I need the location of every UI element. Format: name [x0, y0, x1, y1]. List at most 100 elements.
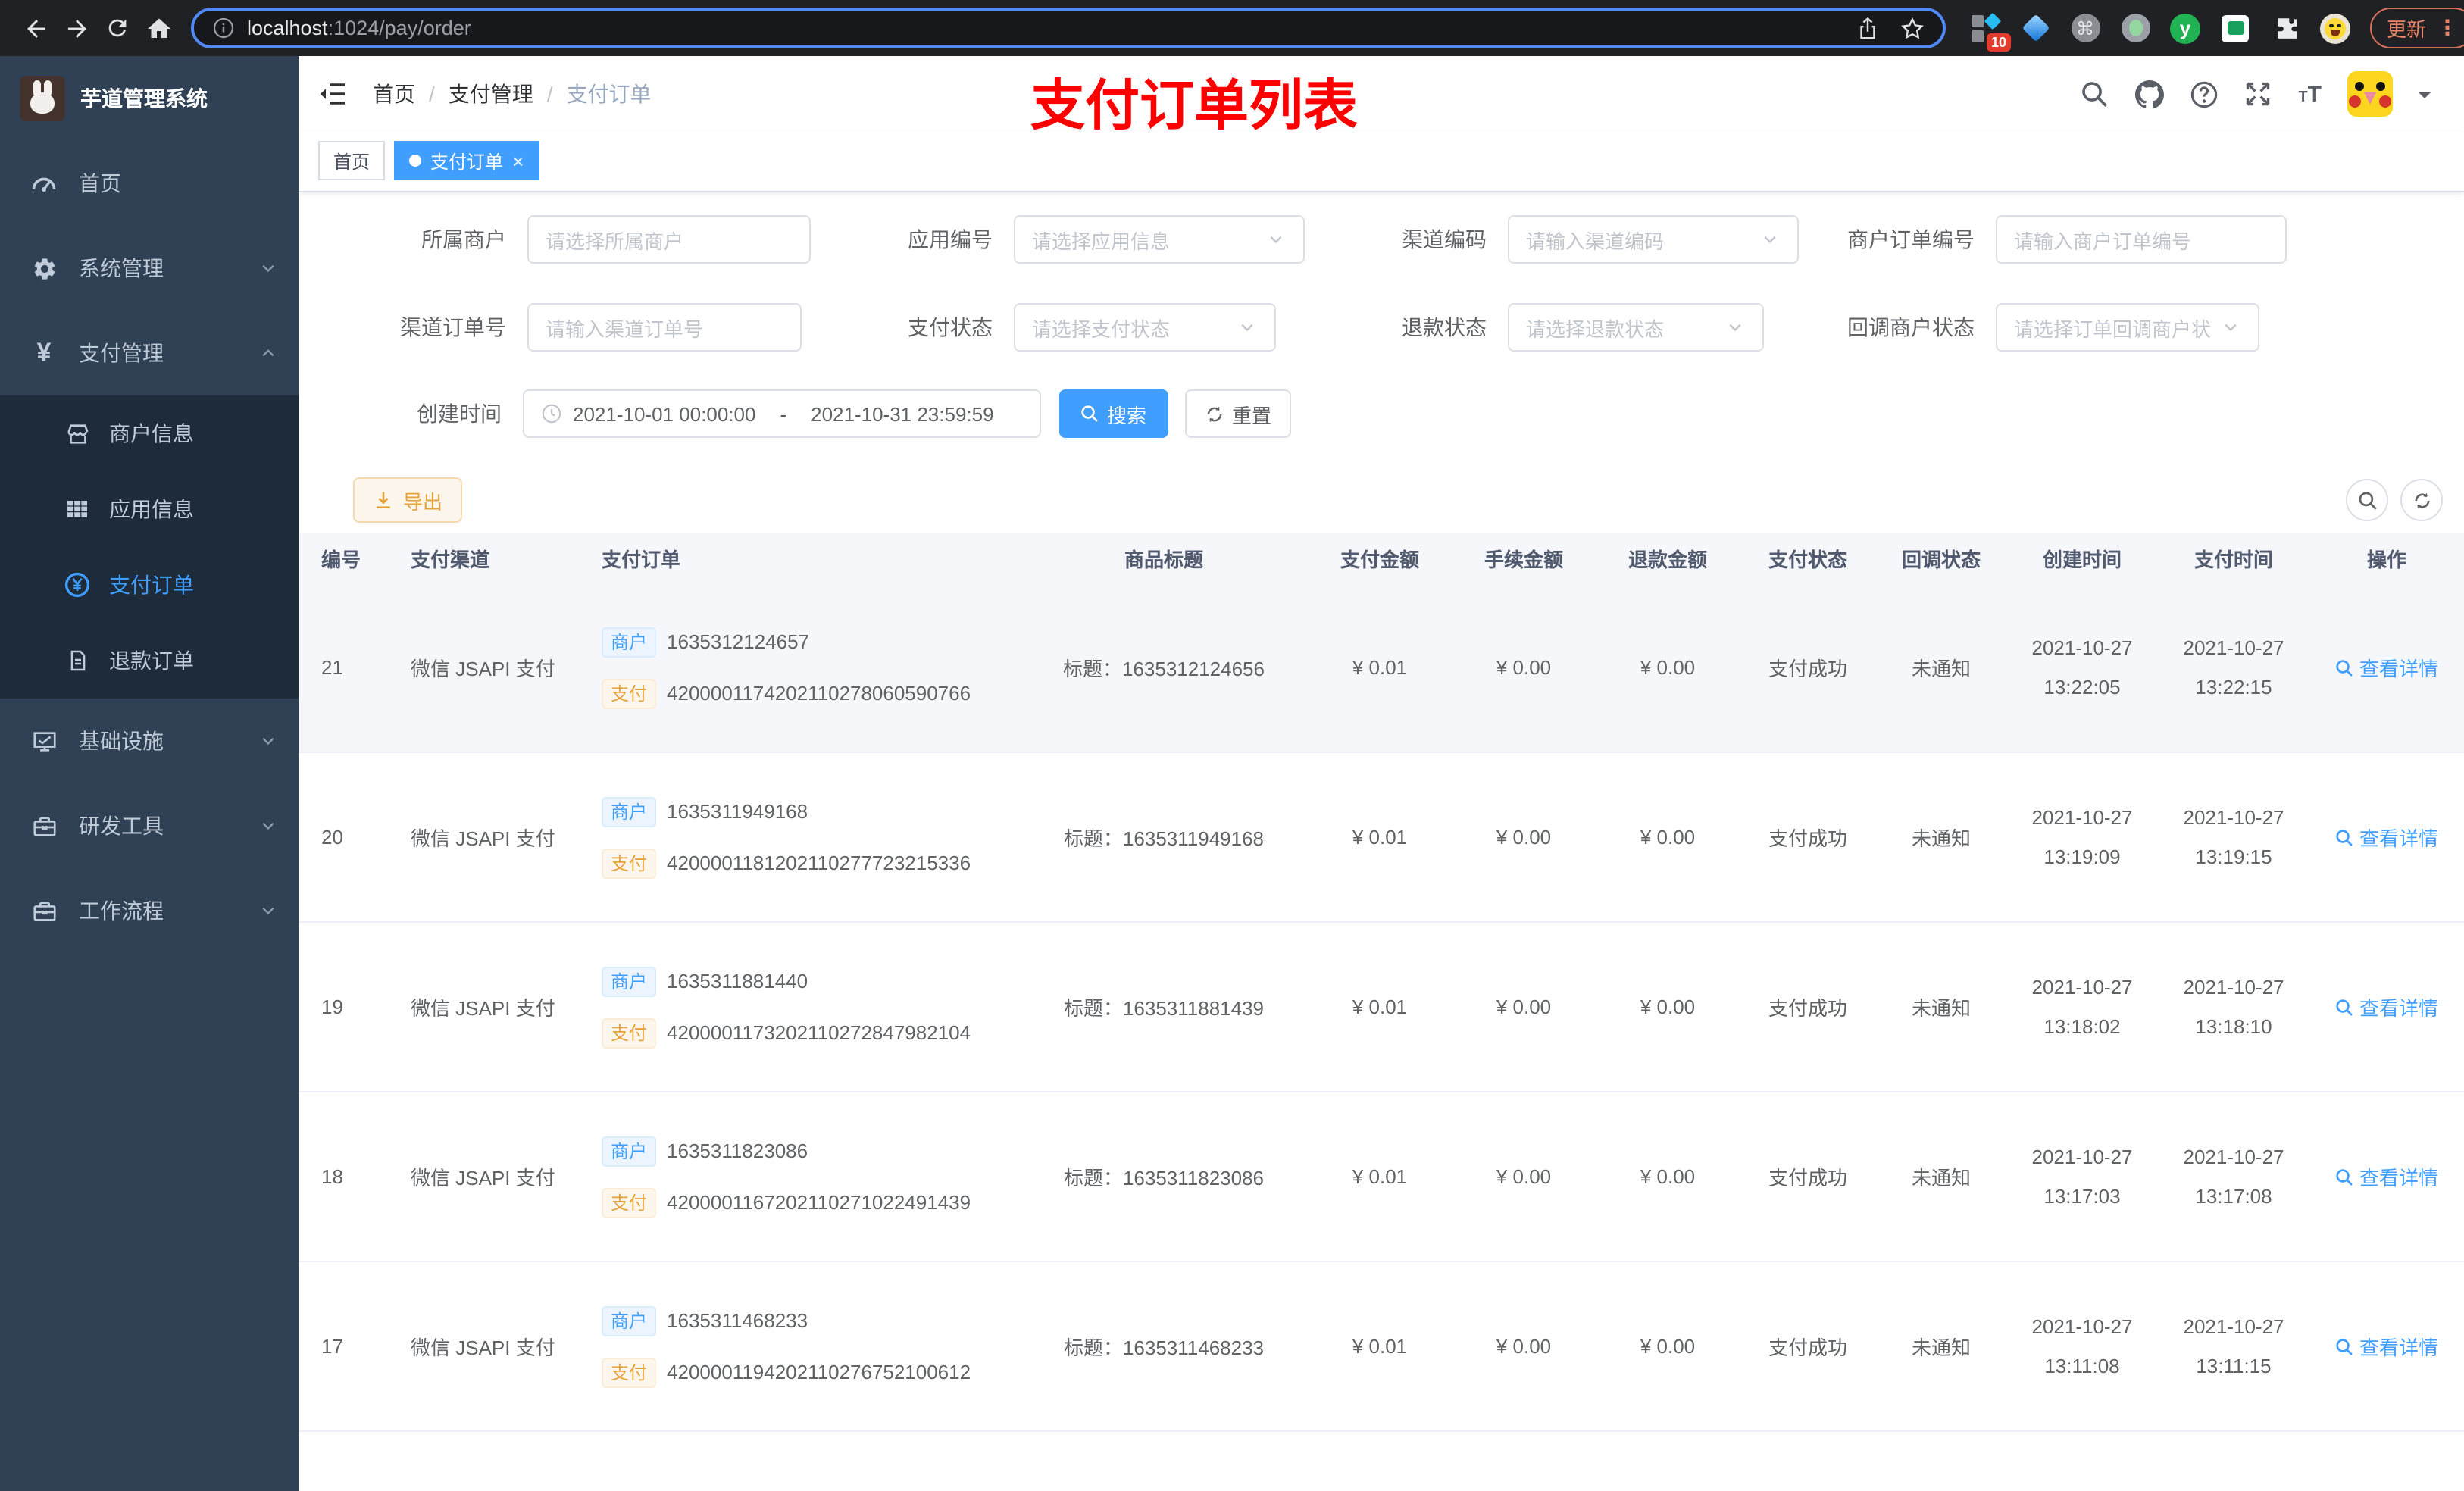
bookmark-star-icon[interactable]	[1900, 16, 1925, 40]
extension-command-icon[interactable]: ⌘	[2070, 13, 2100, 43]
table-row[interactable]: 18 微信 JSAPI 支付 商户 1635311823086 支付 4200001…	[299, 1092, 2464, 1262]
filter-label-create-time: 创建时间	[417, 402, 502, 426]
view-detail-link[interactable]: 查看详情	[2335, 1332, 2438, 1361]
sidebar-item-payment[interactable]: ¥ 支付管理	[0, 311, 299, 395]
extension-gem-icon[interactable]	[2020, 13, 2050, 43]
browser-menu-icon[interactable]: ⋮	[2437, 15, 2458, 41]
toolbox-icon	[30, 812, 58, 839]
back-icon[interactable]	[15, 8, 56, 48]
column-header[interactable]: 支付状态	[1740, 544, 1876, 573]
extension-y-icon[interactable]: y	[2170, 13, 2200, 43]
date-end-value: 2021-10-31 23:59:59	[811, 402, 994, 425]
site-info-icon[interactable]	[212, 17, 235, 39]
sidebar-item-dev-tools[interactable]: 研发工具	[0, 783, 299, 868]
chevron-down-icon	[259, 817, 277, 835]
close-tab-icon[interactable]: ×	[512, 151, 524, 170]
sidebar-item-workflow[interactable]: 工作流程	[0, 868, 299, 953]
update-button[interactable]: 更新 ⋮	[2370, 8, 2464, 48]
export-button[interactable]: 导出	[353, 477, 463, 523]
refresh-table-button[interactable]	[2400, 479, 2443, 521]
column-header[interactable]: 支付渠道	[383, 544, 565, 573]
profile-avatar-icon[interactable]	[2320, 13, 2350, 43]
column-header[interactable]: 支付金额	[1308, 544, 1452, 573]
breadcrumb-item[interactable]: 首页	[373, 79, 415, 109]
reload-icon[interactable]	[97, 8, 138, 48]
sidebar-item-home[interactable]: 首页	[0, 141, 299, 226]
column-header[interactable]: 回调状态	[1876, 544, 2006, 573]
breadcrumb-item[interactable]: 支付管理	[449, 79, 533, 109]
user-avatar[interactable]	[2347, 71, 2393, 117]
view-detail-link[interactable]: 查看详情	[2335, 823, 2438, 852]
product-title: 标题：1635312124656	[1063, 658, 1265, 680]
extension-dot-icon[interactable]	[2120, 13, 2150, 43]
view-detail-link[interactable]: 查看详情	[2335, 992, 2438, 1021]
pay-channel: 微信 JSAPI 支付	[411, 1336, 555, 1359]
column-header[interactable]: 退款金额	[1596, 544, 1740, 573]
table-row[interactable]: 商户1635311351796	[299, 1432, 2464, 1491]
dashboard-icon	[30, 170, 58, 197]
filter-input-merchant-order-no[interactable]: 请输入商户订单编号	[1996, 215, 2287, 264]
share-icon[interactable]	[1856, 16, 1879, 40]
column-header[interactable]: 手续金额	[1452, 544, 1596, 573]
forward-icon[interactable]	[56, 8, 97, 48]
column-header[interactable]: 支付时间	[2158, 544, 2309, 573]
tab-home[interactable]: 首页	[318, 141, 386, 180]
extension-puzzle-icon[interactable]	[2270, 13, 2300, 43]
chevron-down-icon	[2222, 317, 2241, 337]
address-bar[interactable]: localhost:1024/pay/order	[191, 8, 1946, 48]
pay-tag: 支付	[602, 848, 657, 878]
home-icon[interactable]	[138, 8, 179, 48]
table-header: 编号 支付渠道 支付订单 商品标题 支付金额 手续金额 退款金额 支付状态 回调状态 创建时间 支付…	[299, 533, 2464, 583]
column-header[interactable]: 创建时间	[2006, 544, 2158, 573]
sidebar-item-pay-order[interactable]: 支付订单	[0, 547, 299, 623]
search-button[interactable]: 搜索	[1059, 389, 1168, 438]
table-row[interactable]: 19 微信 JSAPI 支付 商户 1635311881440 支付 4200001…	[299, 923, 2464, 1092]
view-detail-link[interactable]: 查看详情	[2335, 1162, 2438, 1191]
search-icon[interactable]	[2080, 80, 2109, 108]
chevron-down-icon[interactable]	[2419, 92, 2431, 104]
order-id: 18	[321, 1165, 343, 1188]
extension-chat-icon[interactable]	[2220, 13, 2250, 43]
table-row[interactable]: 20 微信 JSAPI 支付 商户 1635311949168 支付 4200001…	[299, 753, 2464, 923]
app-logo[interactable]: 芋道管理系统	[0, 56, 299, 141]
merchant-order-no: 1635311881440	[667, 970, 808, 992]
reset-button[interactable]: 重置	[1185, 389, 1291, 438]
notify-status: 未通知	[1911, 658, 1971, 680]
sidebar-item-infrastructure[interactable]: 基础设施	[0, 699, 299, 783]
toggle-search-button[interactable]	[2346, 479, 2388, 521]
table-row[interactable]: 17 微信 JSAPI 支付 商户 1635311468233 支付 4200001…	[299, 1262, 2464, 1432]
breadcrumb-item[interactable]: 支付订单	[567, 79, 652, 109]
sidebar-item-app-info[interactable]: 应用信息	[0, 471, 299, 547]
sidebar-item-refund-order[interactable]: 退款订单	[0, 623, 299, 699]
logo-avatar	[20, 76, 65, 121]
placeholder-text: 请选择支付状态	[1032, 317, 1171, 340]
column-header[interactable]: 编号	[299, 544, 383, 573]
sidebar-item-system[interactable]: 系统管理	[0, 226, 299, 311]
column-header[interactable]: 操作	[2309, 544, 2464, 573]
font-size-icon[interactable]: TT	[2298, 81, 2322, 107]
breadcrumb-separator: /	[546, 82, 553, 106]
order-id: 19	[321, 996, 343, 1018]
refund-amount: ¥ 0.00	[1640, 1165, 1696, 1188]
chevron-down-icon	[259, 259, 277, 277]
fullscreen-icon[interactable]	[2244, 80, 2272, 108]
clock-icon	[541, 403, 562, 424]
main-content: 首页 / 支付管理 / 支付订单 支付订单列表 TT 首页 支付订单 × 所属商…	[299, 56, 2464, 1491]
filter-input-create-time[interactable]: 2021-10-01 00:00:00 - 2021-10-31 23:59:5…	[523, 389, 1041, 438]
github-icon[interactable]	[2134, 80, 2164, 108]
pay-status: 支付成功	[1768, 997, 1847, 1020]
screen: localhost:1024/pay/order 10 ⌘ y 更新 ⋮ 芋道管…	[0, 0, 2464, 1491]
extension-tiles-icon[interactable]: 10	[1970, 11, 2011, 51]
table-row[interactable]: 21 微信 JSAPI 支付 商户 1635312124657 支付 4200001…	[299, 583, 2464, 753]
tab-pay-order[interactable]: 支付订单 ×	[394, 141, 539, 180]
view-detail-link[interactable]: 查看详情	[2335, 653, 2438, 682]
sidebar-item-merchant-info[interactable]: 商户信息	[0, 395, 299, 471]
help-icon[interactable]	[2189, 80, 2218, 108]
pay-status: 支付成功	[1768, 1167, 1847, 1189]
table-toolbar: 导出	[299, 465, 2464, 533]
filter-select-notify-status[interactable]: 请选择订单回调商户状态	[1996, 303, 2259, 352]
sidebar-toggle-icon[interactable]	[318, 79, 349, 109]
monitor-icon	[30, 727, 58, 755]
column-header[interactable]: 支付订单	[565, 544, 1020, 573]
column-header[interactable]: 商品标题	[1020, 544, 1308, 573]
